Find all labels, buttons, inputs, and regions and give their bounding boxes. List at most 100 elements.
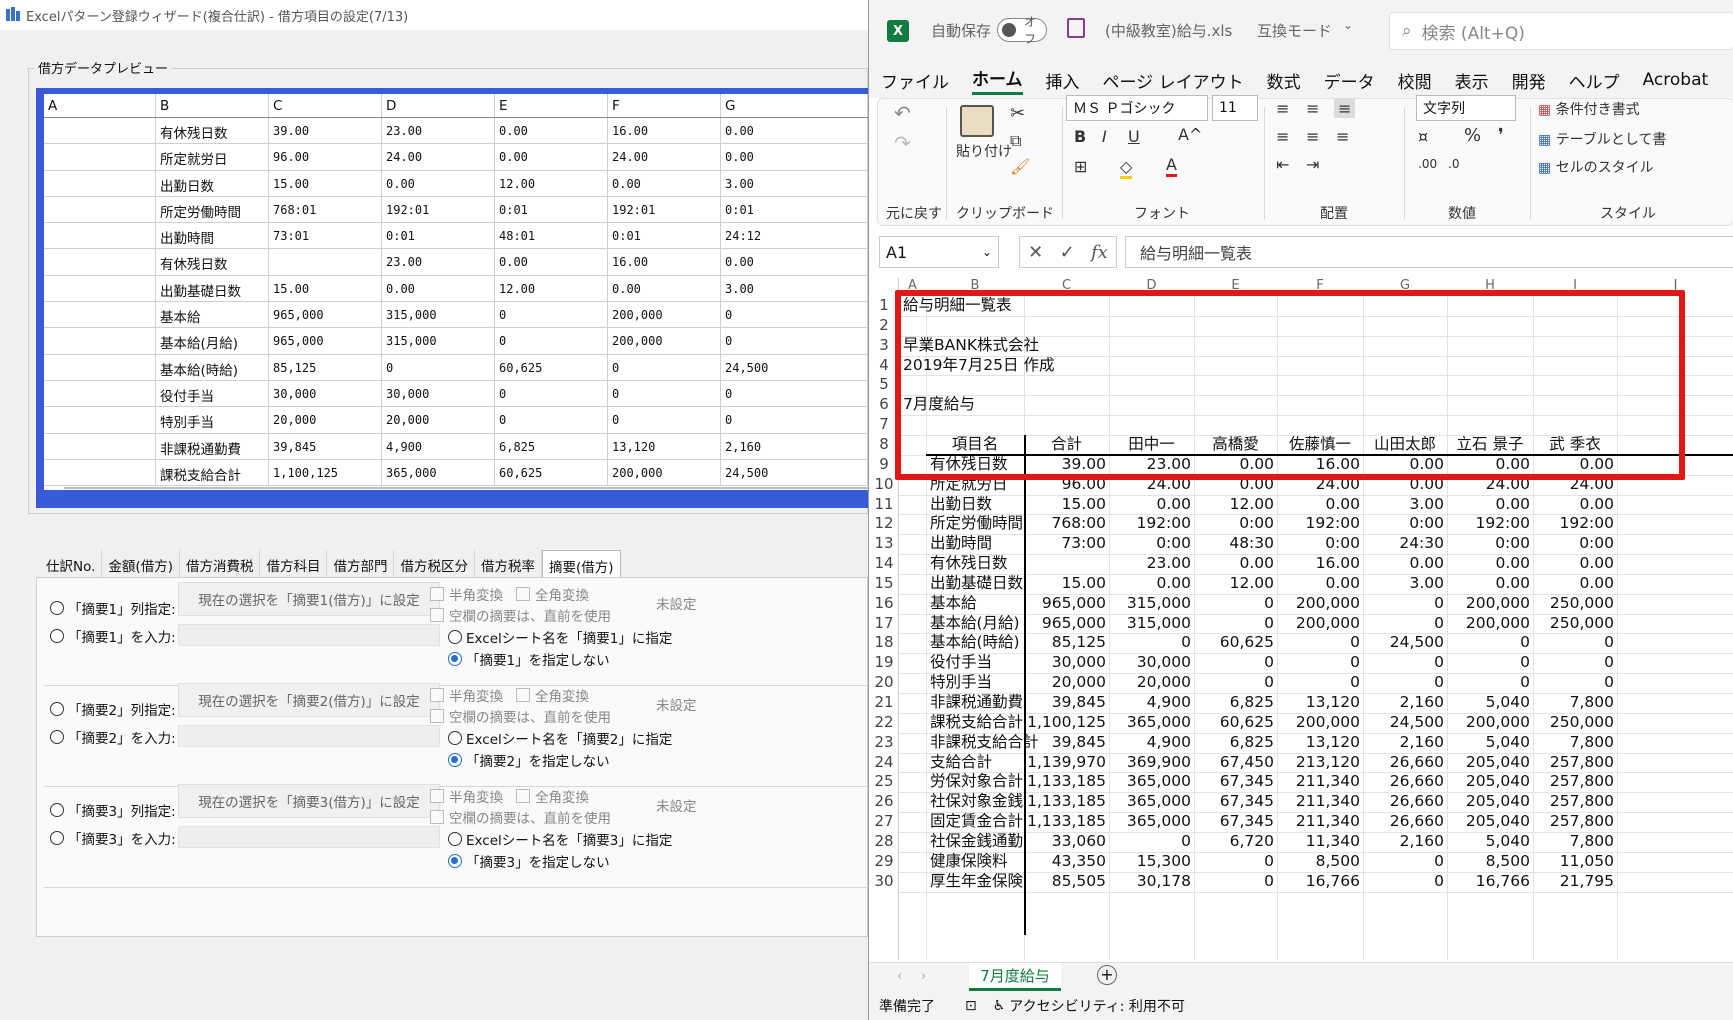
value-cell[interactable]: 211,340: [1277, 770, 1360, 792]
item-name-cell[interactable]: 健康保険料: [930, 850, 1024, 872]
value-cell[interactable]: 3.00: [1363, 493, 1444, 515]
value-cell[interactable]: 0.00: [1533, 572, 1614, 594]
preview-row[interactable]: 出勤基礎日数 15.00 0.00 12.00 0.00 3.00: [44, 275, 868, 303]
preview-scrollbar[interactable]: [64, 487, 868, 489]
item-name-cell[interactable]: 有休残日数: [930, 552, 1024, 574]
value-cell[interactable]: 0:00: [1533, 532, 1614, 554]
value-cell[interactable]: 315,000: [1109, 612, 1191, 634]
value-cell[interactable]: 0.00: [1109, 493, 1191, 515]
item-name-cell[interactable]: 社保金銭通勤: [930, 830, 1024, 852]
row-header[interactable]: 23: [869, 733, 899, 755]
value-cell[interactable]: 192:00: [1277, 512, 1360, 534]
use-previous-checkbox[interactable]: 空欄の摘要は、直前を使用: [430, 605, 611, 625]
value-cell[interactable]: 0:00: [1277, 532, 1360, 554]
value-cell[interactable]: 200,000: [1447, 612, 1530, 634]
value-cell[interactable]: 0: [1533, 671, 1614, 693]
ribbon-tab-1[interactable]: ホーム: [972, 65, 1023, 95]
sheet-name-option[interactable]: Excelシート名を「摘要3」に指定: [448, 829, 672, 849]
value-cell[interactable]: 16,766: [1277, 870, 1360, 892]
value-cell[interactable]: 12.00: [1194, 493, 1274, 515]
input-option[interactable]: 「摘要3」を入力:: [50, 828, 176, 848]
value-cell[interactable]: 0: [1194, 850, 1274, 872]
value-cell[interactable]: 250,000: [1533, 612, 1614, 634]
row-header[interactable]: 28: [869, 832, 899, 854]
value-cell[interactable]: 257,800: [1533, 790, 1614, 812]
grow-font-icon[interactable]: A^: [1178, 125, 1202, 144]
item-name-cell[interactable]: 支給合計: [930, 751, 1024, 773]
item-name-cell[interactable]: 固定賃金合計: [930, 810, 1024, 832]
value-cell[interactable]: 365,000: [1109, 790, 1191, 812]
conditional-format-button[interactable]: ▦ 条件付き書式: [1538, 99, 1640, 119]
item-name-cell[interactable]: 基本給: [930, 592, 1024, 614]
row-header[interactable]: 22: [869, 713, 899, 735]
ribbon-tab-2[interactable]: 挿入: [1046, 68, 1080, 93]
italic-icon[interactable]: I: [1102, 127, 1107, 146]
value-cell[interactable]: 0: [1363, 592, 1444, 614]
value-cell[interactable]: 0.00: [1447, 493, 1530, 515]
ribbon-tab-3[interactable]: ページ レイアウト: [1103, 68, 1244, 93]
use-previous-checkbox[interactable]: 空欄の摘要は、直前を使用: [430, 706, 611, 726]
item-name-cell[interactable]: 課税支給合計: [930, 711, 1024, 733]
value-cell[interactable]: 365,000: [1109, 711, 1191, 733]
value-cell[interactable]: 11,050: [1533, 850, 1614, 872]
preview-row[interactable]: 出勤時間 73:01 0:01 48:01 0:01 24:12: [44, 223, 868, 250]
sheet-tab[interactable]: 7月度給与: [969, 963, 1061, 991]
preview-row[interactable]: 役付手当 30,000 30,000 0 0 0: [44, 380, 868, 408]
ribbon-tab-7[interactable]: 表示: [1455, 68, 1489, 93]
ribbon-tab-9[interactable]: ヘルプ: [1569, 68, 1620, 93]
value-cell[interactable]: 85,505: [1024, 870, 1106, 892]
value-cell[interactable]: 1,139,970: [1024, 751, 1106, 773]
value-cell[interactable]: 60,625: [1194, 711, 1274, 733]
status-accessibility[interactable]: アクセシビリティ: 利用不可: [1009, 996, 1185, 1016]
value-cell[interactable]: 0: [1447, 631, 1530, 653]
value-cell[interactable]: 0: [1194, 870, 1274, 892]
value-cell[interactable]: 200,000: [1277, 612, 1360, 634]
item-name-cell[interactable]: 出勤時間: [930, 532, 1024, 554]
row-header[interactable]: 13: [869, 534, 899, 556]
row-header[interactable]: 20: [869, 673, 899, 695]
ribbon-tab-5[interactable]: データ: [1324, 68, 1375, 93]
item-name-cell[interactable]: 基本給(時給): [930, 631, 1024, 653]
preview-row[interactable]: 基本給 965,000 315,000 0 200,000 0: [44, 302, 868, 329]
value-cell[interactable]: 365,000: [1109, 810, 1191, 832]
enter-icon[interactable]: ✓: [1060, 242, 1075, 263]
value-cell[interactable]: 257,800: [1533, 770, 1614, 792]
value-cell[interactable]: 33,060: [1024, 830, 1106, 852]
value-cell[interactable]: 1,133,185: [1024, 810, 1106, 832]
value-cell[interactable]: 48:30: [1194, 532, 1274, 554]
value-cell[interactable]: 0: [1447, 651, 1530, 673]
summary-text-input[interactable]: [178, 624, 440, 646]
row-header[interactable]: 14: [869, 554, 899, 576]
preview-row[interactable]: 課税支給合計 1,100,125 365,000 60,625 200,000 24,50…: [44, 459, 868, 487]
row-header[interactable]: 27: [869, 812, 899, 834]
row-header[interactable]: 24: [869, 753, 899, 775]
value-cell[interactable]: 2,160: [1363, 691, 1444, 713]
value-cell[interactable]: 6,720: [1194, 830, 1274, 852]
formula-input[interactable]: 給与明細一覧表: [1125, 236, 1733, 268]
value-cell[interactable]: 60,625: [1194, 631, 1274, 653]
value-cell[interactable]: 13,120: [1277, 691, 1360, 713]
value-cell[interactable]: 2,160: [1363, 830, 1444, 852]
value-cell[interactable]: 26,660: [1363, 751, 1444, 773]
value-cell[interactable]: 0: [1194, 671, 1274, 693]
preview-row[interactable]: 所定就労日 96.00 24.00 0.00 24.00 0.00: [44, 144, 868, 171]
value-cell[interactable]: 7,800: [1533, 731, 1614, 753]
value-cell[interactable]: 67,345: [1194, 790, 1274, 812]
increase-decimal-icon[interactable]: .00: [1418, 157, 1437, 171]
value-cell[interactable]: 20,000: [1024, 671, 1106, 693]
value-cell[interactable]: 13,120: [1277, 731, 1360, 753]
value-cell[interactable]: 0: [1194, 612, 1274, 634]
value-cell[interactable]: 5,040: [1447, 691, 1530, 713]
search-box[interactable]: ⌕ 検索 (Alt+Q): [1389, 12, 1733, 50]
tab-7[interactable]: 摘要(借方): [541, 550, 621, 578]
value-cell[interactable]: 192:00: [1109, 512, 1191, 534]
col-spec-option[interactable]: 「摘要2」列指定:: [50, 699, 176, 719]
value-cell[interactable]: 965,000: [1024, 592, 1106, 614]
row-header[interactable]: 29: [869, 852, 899, 874]
value-cell[interactable]: 23.00: [1109, 552, 1191, 574]
align-bottom-icon[interactable]: ≡: [1334, 99, 1356, 118]
prev-sheet-icon[interactable]: ‹: [897, 969, 902, 984]
summary-text-input[interactable]: [178, 826, 440, 848]
row-header[interactable]: 19: [869, 653, 899, 675]
tab-4[interactable]: 借方部門: [327, 550, 395, 578]
